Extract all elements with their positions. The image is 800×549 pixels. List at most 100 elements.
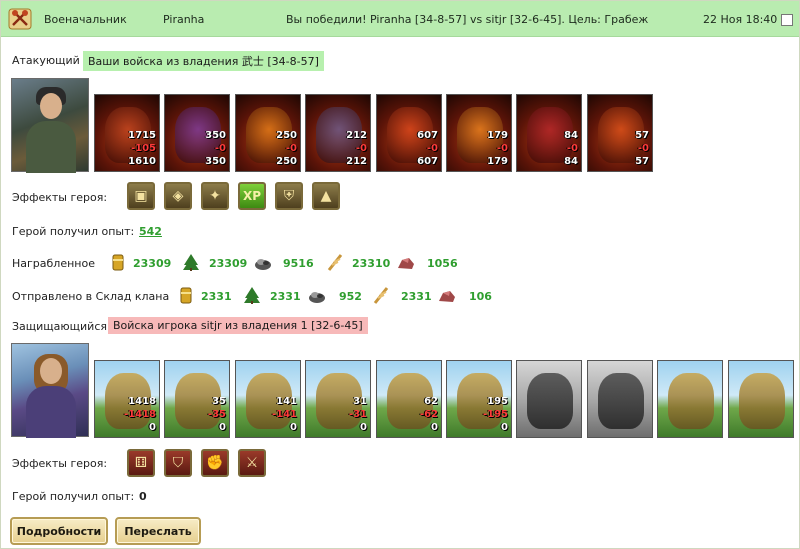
peasant-unit-icon[interactable]: 1418 -1418 0 [94,360,160,438]
unit-figure [527,373,573,429]
crossbowman-unit-icon[interactable]: 62 -62 0 [376,360,442,438]
unit-losses: -31 [348,409,367,420]
burning-demon-unit-icon[interactable]: 179 -0 179 [446,94,512,172]
defender-effects-label: Эффекты героя: [12,457,108,470]
unit-remaining: 0 [149,422,156,433]
unit-losses: -35 [207,409,226,420]
defender-xp-label: Герой получил опыт: [12,490,135,503]
unit-count: 84 [564,130,578,141]
gold-icon [112,254,124,271]
fire-mage-unit-icon[interactable]: 350 -0 350 [164,94,230,172]
unit-remaining: 1610 [128,156,156,167]
battle-report [0,0,800,549]
unit-remaining: 0 [501,422,508,433]
hellhound-unit-icon[interactable]: 250 -0 250 [235,94,301,172]
clan-storage-label: Отправлено в Склад клана [12,290,170,303]
xp-icon[interactable]: XP [238,182,266,210]
unit-remaining: 84 [564,156,578,167]
unit-remaining: 607 [417,156,438,167]
grain-amount: 23310 [352,257,391,270]
gold-icon [180,287,192,304]
unit-remaining: 212 [346,156,367,167]
unit-remaining: 0 [360,422,367,433]
unit-figure [598,373,644,429]
unit-losses: -0 [637,143,649,154]
ore-icon [309,292,325,303]
battle-date: 22 Ноя 18:40 [703,13,778,26]
unit-losses: -0 [426,143,438,154]
unit-remaining: 250 [276,156,297,167]
report-header: Военачальник Piranha Вы победили! Piranh… [1,1,799,37]
ore-amount: 952 [339,290,362,303]
player-name[interactable]: Piranha [163,13,204,26]
unit-count: 31 [353,396,367,407]
inferno-lord-unit-icon[interactable]: 57 -0 57 [587,94,653,172]
tower-unit-icon[interactable] [657,360,723,438]
attacker-xp-value[interactable]: 542 [139,225,162,238]
gold-amount: 23309 [133,257,172,270]
unit-remaining: 0 [219,422,226,433]
archdevil-unit-icon[interactable]: 84 -0 84 [516,94,582,172]
fist-shield-icon[interactable]: ✊ [201,449,229,477]
grain-icon [373,287,389,304]
archer-unit-icon[interactable]: 35 -35 0 [164,360,230,438]
landscape-icon[interactable]: ▲ [312,182,340,210]
griffin-unit-icon[interactable]: 31 -31 0 [305,360,371,438]
unit-losses: -105 [130,143,156,154]
battle-type: Военачальник [44,13,127,26]
demon-archer-unit-icon[interactable]: 1715 -105 1610 [94,94,160,172]
knight-unit-icon[interactable]: 141 -141 0 [235,360,301,438]
dark-rider-unit-icon[interactable] [587,360,653,438]
defender-troops-tag: Войска игрока sitjr из владения 1 [32-6-… [108,317,368,334]
gold-amount: 2331 [201,290,232,303]
battle-result: Вы победили! Piranha [34-8-57] vs sitjr … [286,13,649,26]
unit-count: 1418 [128,396,156,407]
armored-warrior-unit-icon[interactable] [516,360,582,438]
attacker-troops-tag: Ваши войска из владения 武士 [34-8-57] [83,51,324,71]
attacker-hero-portrait[interactable] [11,78,89,173]
armor-icon[interactable]: ◈ [164,182,192,210]
battle-axes-icon [8,8,32,30]
unit-remaining: 179 [487,156,508,167]
sword-icon[interactable]: ⚔ [238,449,266,477]
unit-remaining: 0 [431,422,438,433]
unit-losses: -1418 [124,409,156,420]
unit-count: 250 [276,130,297,141]
grain-icon [327,254,343,271]
chest-icon[interactable]: ▣ [127,182,155,210]
wood-icon [183,254,199,271]
mage-tower-unit-icon[interactable] [728,360,794,438]
unit-losses: -141 [271,409,297,420]
ore-icon [255,259,271,270]
dice-icon[interactable]: ⚅ [127,449,155,477]
unit-losses: -62 [419,409,438,420]
unit-figure [668,373,714,429]
defender-hero-portrait[interactable] [11,343,89,438]
select-checkbox[interactable] [781,14,793,26]
unit-figure [739,373,785,429]
gargoyle-unit-icon[interactable]: 212 -0 212 [305,94,371,172]
unit-count: 57 [635,130,649,141]
unit-count: 179 [487,130,508,141]
grain-amount: 2331 [401,290,432,303]
unit-count: 35 [212,396,226,407]
stone-icon [439,291,455,302]
attacker-label: Атакующий [12,54,80,67]
shield-crest-icon[interactable]: ⛨ [275,182,303,210]
unit-count: 195 [487,396,508,407]
unit-count: 350 [205,130,226,141]
unit-count: 607 [417,130,438,141]
warrior-icon[interactable]: ✦ [201,182,229,210]
unit-losses: -195 [482,409,508,420]
shield-icon[interactable]: ⛉ [164,449,192,477]
fire-elemental-unit-icon[interactable]: 607 -0 607 [376,94,442,172]
details-button[interactable]: Подробности [10,517,108,545]
wood-amount: 2331 [270,290,301,303]
priest-unit-icon[interactable]: 195 -195 0 [446,360,512,438]
attacker-xp-label: Герой получил опыт: [12,225,135,238]
unit-losses: -0 [214,143,226,154]
defender-label: Защищающийся [12,320,107,333]
forward-button[interactable]: Переслать [115,517,201,545]
unit-losses: -0 [496,143,508,154]
stone-amount: 1056 [427,257,458,270]
